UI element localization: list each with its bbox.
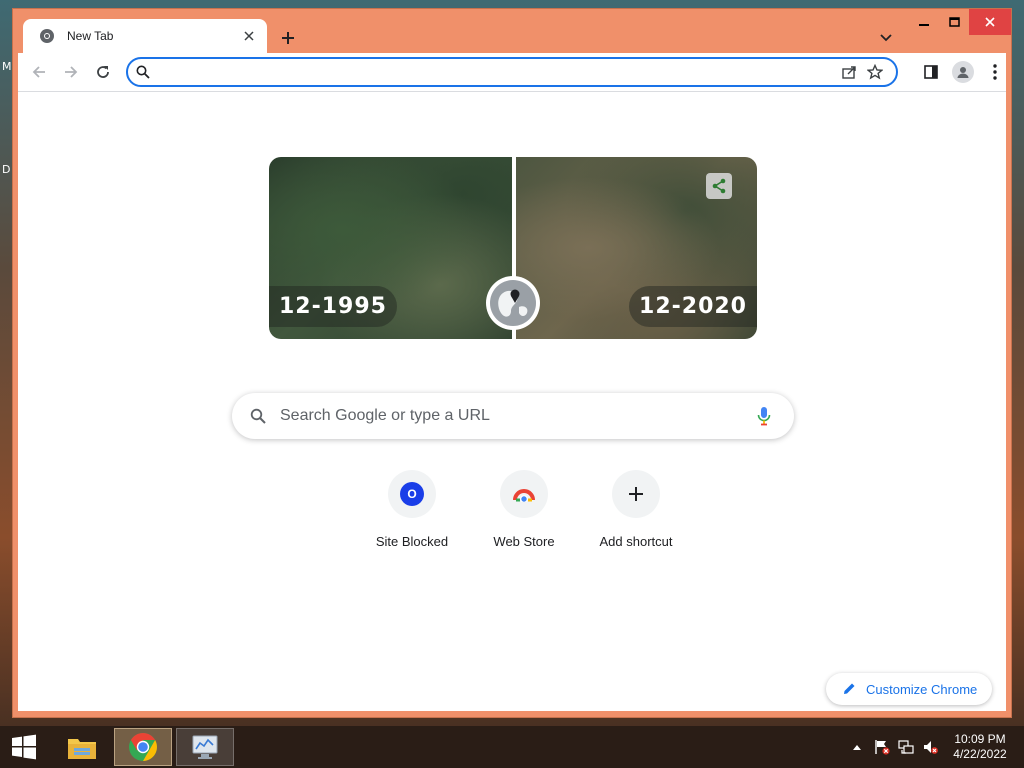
pencil-icon [844,683,855,694]
minimize-button[interactable] [909,9,939,35]
tab-close-icon[interactable] [241,28,257,44]
shortcut-web-store[interactable]: Web Store [468,470,580,549]
share-page-button[interactable] [836,59,862,85]
share-icon [712,178,726,194]
desktop-icon-label: D [2,163,11,176]
minimize-icon [919,24,929,26]
chrome-icon [40,29,54,43]
plus-icon [282,32,294,44]
network-tray-icon[interactable] [896,726,916,768]
file-explorer-taskbar-button[interactable] [58,728,106,766]
shortcuts: O Site Blocked Web Store Add shortcut [356,470,692,549]
web-store-icon [513,489,535,502]
search-box[interactable] [232,393,794,439]
search-input[interactable] [280,407,752,425]
shortcut-label: Add shortcut [599,534,673,549]
arrow-left-icon [32,66,45,78]
maximize-icon [948,17,960,27]
arrow-right-icon [65,66,78,78]
chrome-icon [129,733,157,761]
shortcut-add[interactable]: Add shortcut [580,470,692,549]
tab-new-tab[interactable]: New Tab [23,19,267,53]
taskbar-clock[interactable]: 10:09 PM 4/22/2022 [944,732,1016,762]
taskbar: 10:09 PM 4/22/2022 [0,726,1024,768]
flag-alert-icon [875,740,890,755]
desktop-icon-label: M [2,60,12,73]
customize-chrome-button[interactable]: Customize Chrome [826,673,992,705]
reload-icon [97,66,109,78]
browser-window: New Tab 12-1995 12-2020 Search Google or… [12,8,1012,718]
new-tab-page: 12-1995 12-2020 Search Google or type a … [18,91,1006,711]
network-icon [898,740,914,754]
chevron-up-icon [853,745,861,750]
close-window-button[interactable] [969,9,1011,35]
site-blocked-icon: O [400,482,424,506]
search-icon [136,65,150,79]
google-doodle[interactable]: 12-1995 12-2020 [269,157,757,339]
shortcut-label: Site Blocked [375,534,449,549]
shortcut-label: Web Store [493,534,555,549]
folder-icon [68,739,96,759]
avatar [952,61,974,83]
chevron-down-icon [880,34,892,42]
show-hidden-icons-button[interactable] [850,726,864,768]
side-panel-icon [924,65,938,79]
microphone-icon [757,407,771,426]
plus-icon [629,487,643,501]
profile-button[interactable] [948,57,978,87]
doodle-year-after: 12-2020 [629,286,757,327]
tab-search-button[interactable] [875,27,897,49]
clock-date: 4/22/2022 [953,747,1007,761]
address-bar[interactable] [126,57,898,87]
volume-muted-icon [924,741,938,754]
side-panel-button[interactable] [916,57,946,87]
doodle-year-before: 12-1995 [269,286,397,327]
monitor-icon [192,735,218,759]
browser-toolbar [18,53,1006,91]
action-center-tray-icon[interactable] [872,726,892,768]
shortcut-tile [612,470,660,518]
address-input[interactable] [158,64,836,80]
chrome-taskbar-button[interactable] [114,728,172,766]
volume-tray-icon[interactable] [920,726,940,768]
shortcut-tile: O [388,470,436,518]
reload-button[interactable] [88,57,118,87]
globe-icon[interactable] [486,276,540,330]
close-icon [985,17,995,27]
search-icon [250,408,266,424]
start-button[interactable] [0,728,48,766]
resource-monitor-taskbar-button[interactable] [176,728,234,766]
person-icon [957,67,969,78]
share-icon [842,66,856,79]
maximize-button[interactable] [939,9,969,35]
star-icon [867,64,883,80]
new-tab-button[interactable] [275,25,301,51]
title-bar: New Tab [13,9,1011,53]
menu-button[interactable] [980,57,1010,87]
doodle-share-button[interactable] [706,173,732,199]
bookmark-button[interactable] [862,59,888,85]
customize-label: Customize Chrome [866,681,978,697]
forward-button[interactable] [56,57,86,87]
windows-logo-icon [12,734,36,760]
shortcut-site-blocked[interactable]: O Site Blocked [356,470,468,549]
tab-title: New Tab [67,29,114,43]
shortcut-tile [500,470,548,518]
more-vert-icon [993,64,997,80]
back-button[interactable] [24,57,54,87]
voice-search-button[interactable] [752,404,776,428]
clock-time: 10:09 PM [954,732,1006,746]
